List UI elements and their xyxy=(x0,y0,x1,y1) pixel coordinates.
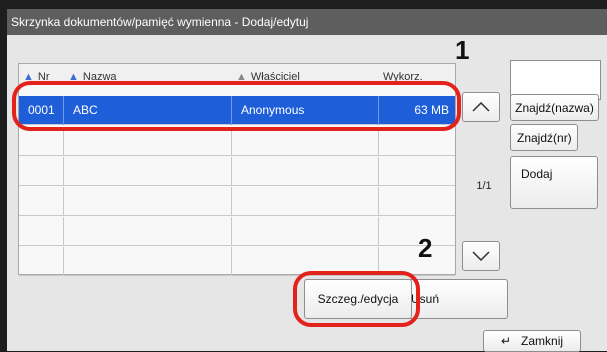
step-2-label: 2 xyxy=(418,233,433,263)
cell-empty xyxy=(19,247,64,276)
cell-empty xyxy=(232,157,379,186)
cell-empty xyxy=(64,247,232,276)
scroll-down-button[interactable] xyxy=(462,241,500,271)
chevron-down-icon xyxy=(472,251,490,261)
cell-empty xyxy=(232,127,379,156)
cell-empty xyxy=(64,127,232,156)
find-by-name-button[interactable]: Znajdź(nazwa) xyxy=(510,94,599,121)
table-row[interactable] xyxy=(19,217,455,246)
cell-empty xyxy=(64,157,232,186)
cell-empty xyxy=(19,127,64,156)
cell-empty xyxy=(64,217,232,246)
highlight-details-button xyxy=(293,271,420,327)
close-button[interactable]: ↵ Zamknij xyxy=(483,330,581,352)
add-button[interactable]: Dodaj xyxy=(510,156,598,209)
cell-empty xyxy=(19,187,64,216)
dialog-title: Skrzynka dokumentów/pamięć wymienna - Do… xyxy=(7,9,607,35)
cell-empty xyxy=(19,217,64,246)
cell-empty xyxy=(64,187,232,216)
table-row[interactable] xyxy=(19,157,455,186)
cell-empty xyxy=(232,217,379,246)
table-row[interactable] xyxy=(19,187,455,216)
cell-empty xyxy=(232,187,379,216)
cell-empty xyxy=(19,157,64,186)
highlight-selected-row xyxy=(12,81,461,131)
table-row[interactable] xyxy=(19,127,455,156)
chevron-up-icon xyxy=(472,102,490,112)
enter-icon: ↵ xyxy=(500,334,512,348)
dialog-window: Skrzynka dokumentów/pamięć wymienna - Do… xyxy=(7,9,607,352)
scroll-up-button[interactable] xyxy=(462,92,500,122)
step-1-label: 1 xyxy=(455,35,470,65)
page-indicator: 1/1 xyxy=(476,180,492,192)
find-by-number-button[interactable]: Znajdź(nr) xyxy=(510,124,578,151)
